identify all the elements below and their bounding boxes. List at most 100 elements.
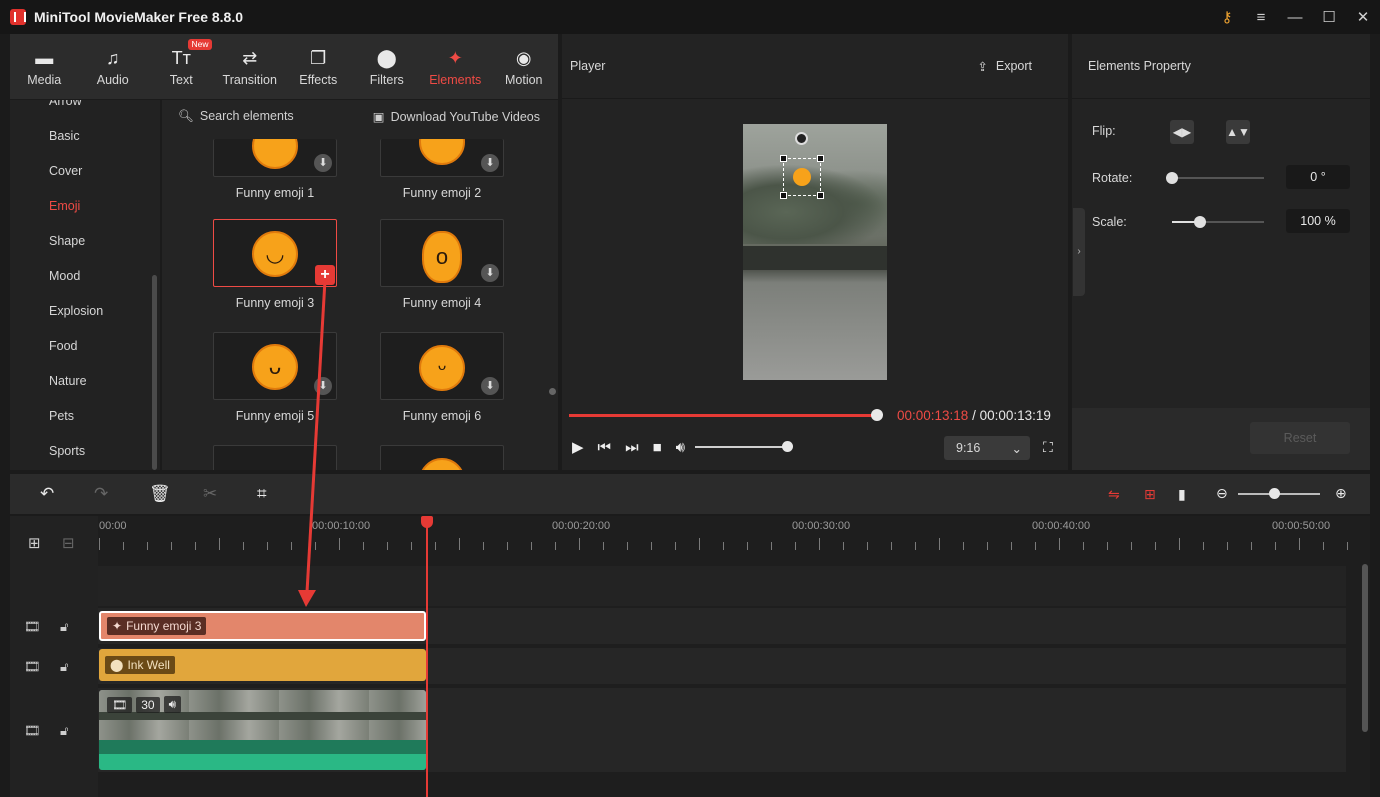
- audio-mix-icon[interactable]: ⊞: [1144, 486, 1156, 503]
- tab-elements[interactable]: ✦ Elements: [421, 34, 490, 99]
- category-basic[interactable]: Basic: [10, 119, 160, 154]
- category-pets[interactable]: Pets: [10, 399, 160, 434]
- rotate-slider[interactable]: [1166, 172, 1264, 184]
- element-item-funny-emoji-3[interactable]: ◡ + Funny emoji 3: [213, 219, 337, 310]
- tab-media[interactable]: ▬ Media: [10, 34, 79, 99]
- video-clip[interactable]: 🎞︎ 30 🔊︎: [99, 690, 426, 770]
- redo-icon[interactable]: ↷: [94, 484, 108, 504]
- split-audio-icon[interactable]: ▮: [1178, 486, 1186, 503]
- add-track-icon[interactable]: ⊞: [28, 534, 41, 552]
- category-food[interactable]: Food: [10, 329, 160, 364]
- filter-clip[interactable]: ⬤ Ink Well: [99, 649, 426, 681]
- delete-icon[interactable]: 🗑︎: [149, 484, 171, 504]
- ruler-tick: [1323, 542, 1324, 550]
- previous-frame-icon[interactable]: ⏮: [598, 439, 612, 456]
- emoji-clip[interactable]: ✦ Funny emoji 3: [99, 611, 426, 641]
- element-item-funny-emoji-2[interactable]: ⬇ Funny emoji 2: [380, 139, 504, 200]
- playback-progress[interactable]: [569, 414, 879, 417]
- video-preview[interactable]: [743, 124, 887, 380]
- ruler-tick: [1299, 538, 1300, 550]
- download-icon[interactable]: ⬇: [314, 154, 332, 172]
- zoom-knob[interactable]: [1268, 488, 1280, 499]
- close-icon[interactable]: ✕: [1346, 8, 1380, 26]
- playhead-handle[interactable]: [421, 516, 433, 528]
- add-to-timeline-button[interactable]: +: [315, 265, 335, 285]
- aspect-ratio-select[interactable]: 9:16 ⌄: [944, 436, 1030, 460]
- rotate-slider-knob[interactable]: [1166, 172, 1178, 184]
- download-icon[interactable]: ⬇: [481, 377, 499, 395]
- stop-icon[interactable]: ■: [653, 439, 662, 456]
- tab-motion[interactable]: ◉ Motion: [490, 34, 559, 99]
- tab-filters[interactable]: ⬤ Filters: [353, 34, 422, 99]
- download-youtube-link[interactable]: ▣ Download YouTube Videos: [373, 109, 540, 124]
- lock-icon[interactable]: 🔓︎: [60, 619, 68, 635]
- tab-text[interactable]: Tт Text New: [147, 34, 216, 99]
- remove-track-icon[interactable]: ⊟: [62, 534, 75, 552]
- element-item-funny-emoji-6[interactable]: ᵕ ⬇ Funny emoji 6: [380, 332, 504, 423]
- speaker-icon[interactable]: 🔊︎: [163, 696, 182, 713]
- key-icon[interactable]: ⚷: [1210, 8, 1244, 26]
- crop-icon[interactable]: ⌗: [257, 484, 267, 504]
- ruler-tick: [1179, 538, 1180, 550]
- lock-icon[interactable]: 🔓︎: [60, 723, 68, 739]
- download-icon[interactable]: ⬇: [481, 264, 499, 282]
- tab-effects[interactable]: ❐ Effects: [284, 34, 353, 99]
- flip-vertical-button[interactable]: ▲▼: [1226, 120, 1250, 144]
- elements-icon: ✦: [112, 619, 123, 633]
- effects-icon: ❐: [310, 47, 327, 68]
- download-icon[interactable]: ⬇: [481, 154, 499, 172]
- ruler-tick: [1275, 542, 1276, 550]
- menu-icon[interactable]: ≡: [1244, 9, 1278, 26]
- element-item-next-row[interactable]: [213, 445, 337, 470]
- minimize-icon[interactable]: —: [1278, 9, 1312, 26]
- youtube-icon: ▣: [372, 109, 385, 124]
- element-item-funny-emoji-4[interactable]: o ⬇ Funny emoji 4: [380, 219, 504, 310]
- export-button[interactable]: ⇪ Export: [977, 59, 1032, 74]
- zoom-in-icon[interactable]: ⊕: [1335, 485, 1347, 502]
- rotate-handle[interactable]: [795, 132, 808, 145]
- reset-button[interactable]: Reset: [1250, 422, 1350, 454]
- tab-transition[interactable]: ⇄ Transition: [216, 34, 285, 99]
- play-icon[interactable]: ▶: [572, 438, 584, 456]
- next-frame-icon[interactable]: ⏭: [625, 439, 639, 456]
- fit-timeline-icon[interactable]: ⇋: [1108, 486, 1120, 503]
- search-elements[interactable]: 🔍︎ Search elements: [178, 109, 294, 124]
- category-shape[interactable]: Shape: [10, 224, 160, 259]
- ruler-tick: [195, 542, 196, 550]
- playhead[interactable]: [426, 524, 428, 797]
- element-label: Funny emoji 1: [235, 186, 315, 200]
- grid-scroll-dot[interactable]: [549, 388, 556, 395]
- maximize-icon[interactable]: ☐: [1312, 8, 1346, 26]
- fullscreen-icon[interactable]: ⛶: [1043, 439, 1053, 456]
- zoom-out-icon[interactable]: ⊖: [1216, 485, 1228, 502]
- element-selection-box[interactable]: [780, 155, 824, 199]
- scale-slider[interactable]: [1172, 216, 1264, 228]
- category-emoji[interactable]: Emoji: [10, 189, 160, 224]
- element-item-funny-emoji-1[interactable]: ⬇ Funny emoji 1: [213, 139, 337, 200]
- element-item-next-row[interactable]: [380, 445, 504, 470]
- scale-input[interactable]: 100 %: [1286, 209, 1350, 233]
- category-mood[interactable]: Mood: [10, 259, 160, 294]
- category-nature[interactable]: Nature: [10, 364, 160, 399]
- ruler-tick: [411, 542, 412, 550]
- download-icon[interactable]: ⬇: [314, 377, 332, 395]
- split-icon[interactable]: ✂: [203, 484, 217, 504]
- rotate-input[interactable]: 0 °: [1286, 165, 1350, 189]
- category-cover[interactable]: Cover: [10, 154, 160, 189]
- timeline-scrollbar[interactable]: [1362, 564, 1368, 732]
- element-item-funny-emoji-5[interactable]: ᴗ ⬇ Funny emoji 5: [213, 332, 337, 423]
- lock-icon[interactable]: 🔓︎: [60, 659, 68, 675]
- category-explosion[interactable]: Explosion: [10, 294, 160, 329]
- collapse-panel-icon[interactable]: ›: [1073, 208, 1085, 296]
- category-arrow[interactable]: Arrow: [10, 100, 160, 119]
- tab-label: Media: [27, 72, 62, 87]
- volume-icon[interactable]: 🔊︎: [676, 439, 685, 456]
- category-scrollbar[interactable]: [152, 275, 157, 470]
- undo-icon[interactable]: ↶: [40, 484, 54, 504]
- category-sports[interactable]: Sports: [10, 434, 160, 469]
- tab-audio[interactable]: ♫ Audio: [79, 34, 148, 99]
- playback-knob[interactable]: [871, 409, 883, 421]
- flip-horizontal-button[interactable]: ◀▶: [1170, 120, 1194, 144]
- scale-slider-knob[interactable]: [1193, 216, 1206, 228]
- volume-slider[interactable]: [695, 441, 794, 452]
